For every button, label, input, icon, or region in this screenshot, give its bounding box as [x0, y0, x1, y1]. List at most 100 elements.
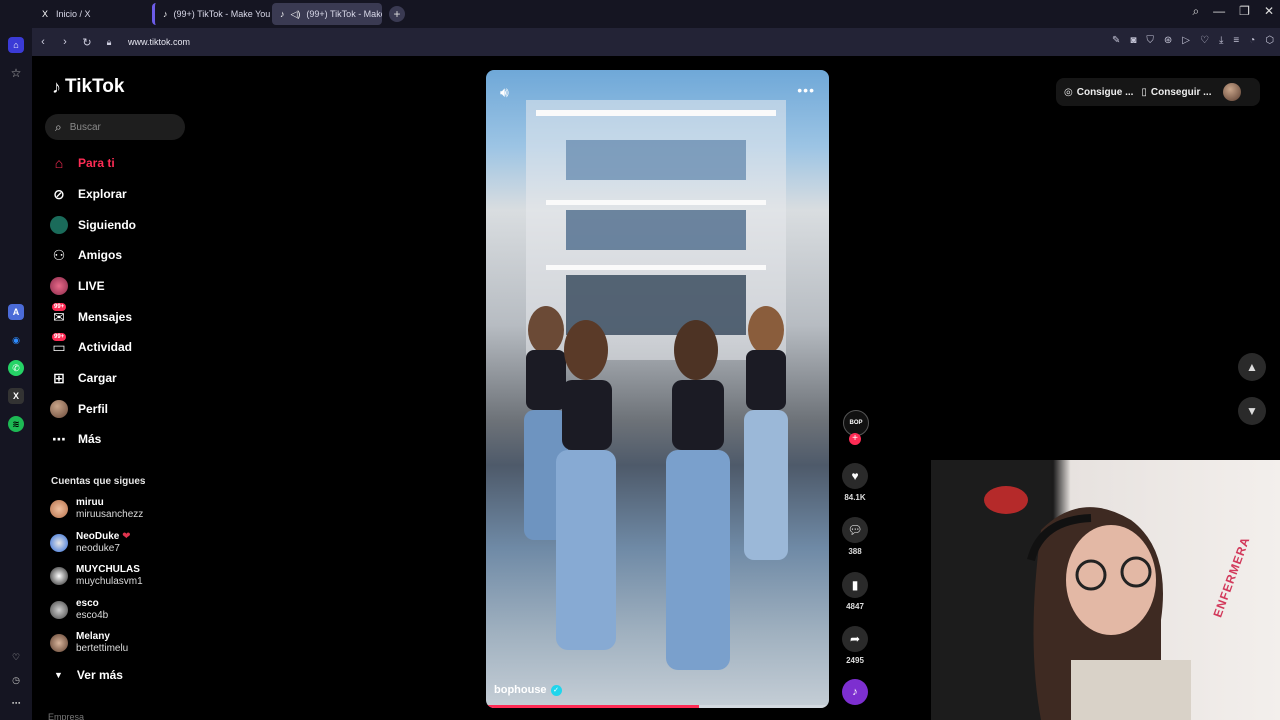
account-icon[interactable]: ◔: [1249, 35, 1255, 46]
account-avatar: [50, 634, 68, 652]
aria-icon[interactable]: A: [8, 304, 24, 320]
nav-live[interactable]: LIVE: [50, 274, 105, 298]
camera-icon[interactable]: ◙: [1130, 35, 1136, 46]
video-author[interactable]: bophouse ✓: [494, 684, 562, 696]
tab-tiktok-1[interactable]: ♪ (99+) TikTok - Make Your Day: [152, 3, 270, 25]
close-button[interactable]: ✕: [1264, 4, 1274, 19]
comment-action[interactable]: 💬︎ 388: [842, 517, 868, 556]
nav-label: Perfil: [78, 402, 109, 416]
extensions-icon[interactable]: ⬡: [1265, 35, 1274, 46]
nav-perfil[interactable]: Perfil: [50, 397, 108, 421]
activity-icon: ▭ 99+: [52, 333, 67, 355]
webcam-overlay: ENFERMERA: [931, 460, 1280, 720]
following-icon: [50, 216, 68, 234]
account-handle: bertettimelu: [76, 643, 129, 654]
share-action[interactable]: ➦ 2495: [842, 626, 868, 665]
following-account[interactable]: MUYCHULAS muychulasvm1: [50, 562, 143, 590]
nav-para-ti[interactable]: ⌂ Para ti: [50, 151, 115, 175]
spotify-icon[interactable]: ≋: [8, 416, 24, 432]
tab-tiktok-2[interactable]: ♪ ◁) (99+) TikTok - Make Yo: [272, 3, 382, 25]
previous-video-button[interactable]: ▲: [1238, 353, 1266, 381]
verified-icon: ✓: [550, 684, 562, 696]
reload-button[interactable]: ↻: [76, 36, 98, 49]
edit-icon[interactable]: ✎: [1112, 35, 1120, 46]
sound-disc-icon[interactable]: ♪: [842, 679, 868, 705]
search-input[interactable]: [69, 121, 170, 133]
following-title: Cuentas que sigues: [51, 476, 146, 487]
extension-icons: ✎ ◙ ⛉ ⊛ ▷ ♡ ⤓ ≡ ◔ ⬡: [1112, 35, 1274, 46]
like-count: 84.1K: [844, 493, 866, 502]
minimize-button[interactable]: —: [1213, 4, 1225, 19]
save-action[interactable]: ▮ 4847: [842, 572, 868, 611]
comment-count: 388: [848, 547, 862, 556]
shield-icon[interactable]: ⛉: [1146, 35, 1154, 46]
nav-mensajes[interactable]: ✉ 99+ Mensajes: [50, 303, 133, 329]
heart-icon[interactable]: ♡: [1200, 35, 1209, 46]
nav-siguiendo[interactable]: Siguiendo: [50, 213, 136, 237]
profile-avatar[interactable]: [1223, 83, 1242, 101]
account-name: esco: [76, 598, 99, 609]
video-progress-bar[interactable]: [486, 705, 829, 708]
more-options-icon[interactable]: •••: [797, 82, 815, 98]
compass-icon: ⊘: [53, 185, 65, 202]
share-icon[interactable]: ➦: [842, 626, 868, 652]
following-account[interactable]: esco esco4b: [50, 596, 108, 624]
bookmark-icon[interactable]: ▮: [842, 572, 868, 598]
tab-bar: X Inicio / X ♪ (99+) TikTok - Make Your …: [0, 0, 1280, 28]
profile-avatar: [50, 400, 68, 418]
follow-button[interactable]: +: [849, 433, 861, 445]
nav-label: Para ti: [78, 156, 115, 170]
video-player[interactable]: 🔊︎ ••• bophouse ✓: [486, 70, 829, 708]
speaker-icon[interactable]: ◁): [291, 9, 301, 19]
new-tab-button[interactable]: +: [389, 6, 405, 22]
nav-amigos[interactable]: ⚇ Amigos: [50, 243, 122, 267]
search-icon[interactable]: ⌕: [1192, 4, 1199, 19]
home-icon[interactable]: ⌂: [8, 37, 24, 53]
url-field[interactable]: www.tiktok.com: [128, 37, 190, 47]
account-handle: neoduke7: [76, 543, 120, 554]
nav-actividad[interactable]: ▭ 99+ Actividad: [50, 333, 132, 359]
maximize-button[interactable]: ❐: [1239, 4, 1250, 19]
coin-icon: ◎: [1064, 86, 1073, 98]
tiktok-icon: ♪: [163, 9, 168, 19]
following-account[interactable]: NeoDuke ❤ neoduke7: [50, 529, 131, 557]
see-more-button[interactable]: ▼ Ver más: [54, 668, 123, 682]
tab-x[interactable]: X Inicio / X: [32, 3, 150, 25]
get-coins-button[interactable]: ◎ Consigue ...: [1064, 87, 1133, 98]
lock-icon[interactable]: 🔒︎: [98, 37, 120, 48]
get-app-button[interactable]: ▯ Conseguir ...: [1141, 87, 1211, 98]
account-name: Melany: [76, 631, 110, 642]
whatsapp-icon[interactable]: ✆: [8, 360, 24, 376]
heart-icon[interactable]: ♡: [8, 649, 24, 665]
x-logo-icon: X: [41, 9, 48, 19]
comment-icon[interactable]: 💬︎: [842, 517, 868, 543]
search-box[interactable]: ⌕: [45, 114, 185, 140]
nav-label: Siguiendo: [78, 218, 136, 232]
forward-button[interactable]: ›: [54, 36, 76, 48]
download-icon[interactable]: ⤓: [1219, 35, 1223, 46]
logo-text: TikTok: [65, 76, 125, 97]
back-button[interactable]: ‹: [32, 36, 54, 48]
following-account[interactable]: Melany bertettimelu: [50, 629, 128, 657]
nav-mas[interactable]: ⋯ Más: [50, 427, 101, 451]
play-icon[interactable]: ▷: [1182, 35, 1190, 46]
nav-label: Mensajes: [78, 310, 133, 324]
messages-badge: 99+: [52, 303, 67, 311]
volume-icon[interactable]: 🔊︎: [500, 84, 509, 101]
x-icon[interactable]: X: [8, 388, 24, 404]
footer-empresa[interactable]: Empresa: [48, 712, 84, 720]
nav-cargar[interactable]: ⊞ Cargar: [50, 366, 117, 390]
messenger-icon[interactable]: ◉: [8, 332, 24, 348]
vpn-icon[interactable]: ⊛: [1164, 35, 1172, 46]
heart-emoji-icon: ❤: [122, 531, 131, 542]
following-account[interactable]: miruu miruusanchezz: [50, 495, 143, 523]
history-icon[interactable]: ◷: [8, 672, 24, 688]
tiktok-logo[interactable]: ♪ TikTok: [52, 76, 124, 98]
star-icon[interactable]: ☆: [8, 65, 24, 81]
more-icon[interactable]: ⋯: [8, 695, 24, 711]
heart-icon[interactable]: ♥: [842, 463, 868, 489]
nav-explorar[interactable]: ⊘ Explorar: [50, 182, 127, 206]
next-video-button[interactable]: ▼: [1238, 397, 1266, 425]
like-action[interactable]: ♥ 84.1K: [842, 463, 868, 502]
menu-icon[interactable]: ≡: [1233, 35, 1239, 46]
